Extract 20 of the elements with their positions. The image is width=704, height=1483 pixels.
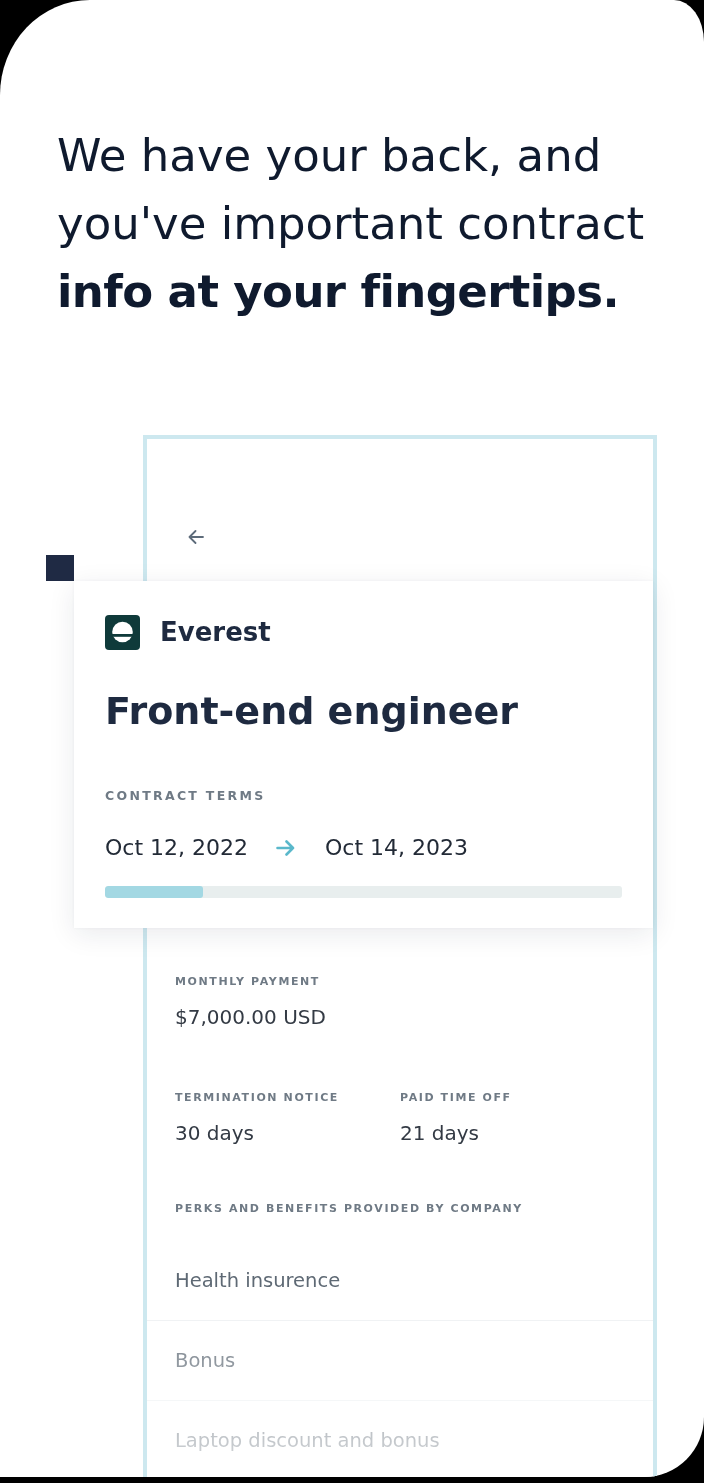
- section-label: PERKS AND BENEFITS PROVIDED BY COMPANY: [175, 1201, 523, 1217]
- logo-icon: [105, 615, 140, 650]
- perk-item: Health insurence: [147, 1241, 653, 1321]
- right-arrow-icon: [276, 840, 295, 856]
- field-label: MONTHLY PAYMENT: [175, 974, 320, 990]
- headline: We have your back, and you've important contract info at your fingertips.: [57, 128, 646, 320]
- job-title: Front-end engineer: [105, 688, 518, 735]
- start-date: Oct 12, 2022: [105, 834, 248, 862]
- perk-item: Bonus: [147, 1321, 653, 1401]
- company-name: Everest: [160, 616, 271, 649]
- left-arrow-icon[interactable]: [188, 530, 204, 544]
- field-label: PAID TIME OFF: [400, 1090, 512, 1106]
- accent-square: [46, 555, 74, 581]
- section-label: CONTRACT TERMS: [105, 788, 266, 804]
- field-value: 21 days: [400, 1120, 479, 1146]
- end-date: Oct 14, 2023: [325, 834, 468, 862]
- perk-item: Laptop discount and bonus: [147, 1401, 653, 1477]
- field-value: $7,000.00 USD: [175, 1004, 326, 1030]
- field-value: 30 days: [175, 1120, 254, 1146]
- field-label: TERMINATION NOTICE: [175, 1090, 339, 1106]
